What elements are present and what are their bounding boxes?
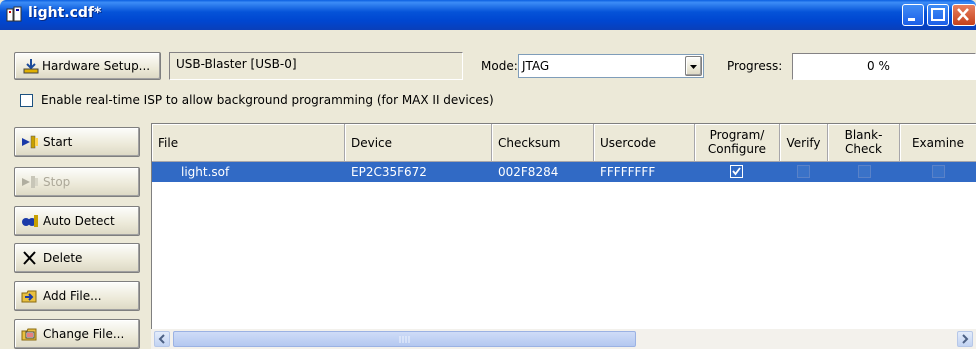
column-header-label: File <box>158 136 179 150</box>
program-checkbox[interactable] <box>730 165 743 178</box>
start-icon <box>21 134 39 150</box>
minimize-icon <box>908 18 915 21</box>
scroll-left-button[interactable] <box>154 331 170 347</box>
change-file-label: Change File... <box>43 327 125 341</box>
scroll-thumb[interactable] <box>173 331 636 347</box>
column-header-examine[interactable]: Examine <box>900 124 976 162</box>
blank-check-checkbox[interactable] <box>858 165 871 178</box>
verify-checkbox[interactable] <box>797 165 810 178</box>
stop-button[interactable]: Stop <box>14 167 140 197</box>
maximize-button[interactable] <box>927 4 949 26</box>
start-button[interactable]: Start <box>14 127 140 157</box>
hardware-value: USB-Blaster [USB-0] <box>176 57 297 71</box>
horizontal-scrollbar[interactable] <box>151 329 976 349</box>
hardware-icon <box>23 59 39 74</box>
isp-checkbox[interactable] <box>20 94 33 107</box>
stop-icon <box>21 174 39 190</box>
auto-detect-button[interactable]: Auto Detect <box>14 206 140 236</box>
grip-icon <box>399 336 410 343</box>
add-file-icon <box>21 288 39 304</box>
column-header-program-configure[interactable]: Program/ Configure <box>695 124 780 162</box>
change-file-button[interactable]: Change File... <box>14 319 140 349</box>
stop-label: Stop <box>43 175 71 189</box>
column-header-usercode[interactable]: Usercode <box>594 124 695 162</box>
add-file-button[interactable]: Add File... <box>14 281 140 311</box>
chevron-down-icon <box>690 65 697 69</box>
checksum-cell: 002F8284 <box>498 165 559 179</box>
hardware-setup-label: Hardware Setup... <box>42 59 151 73</box>
usercode-cell: FFFFFFFF <box>600 165 656 179</box>
minimize-button[interactable] <box>902 4 924 26</box>
maximize-icon <box>931 8 945 21</box>
column-header-label: Blank- <box>844 128 883 142</box>
column-header-blank-check[interactable]: Blank- Check <box>828 124 900 162</box>
programming-table[interactable]: File Device Checksum Usercode Program/ C… <box>151 123 976 349</box>
delete-label: Delete <box>43 251 83 265</box>
file-cell: light.sof <box>181 165 230 179</box>
column-header-label: Checksum <box>498 136 561 150</box>
hardware-display: USB-Blaster [USB-0] <box>169 52 463 80</box>
programmer-icon <box>6 6 22 22</box>
auto-detect-label: Auto Detect <box>43 214 115 228</box>
progress-value: 0 % <box>867 59 890 73</box>
table-row[interactable]: light.sof EP2C35F672 002F8284 FFFFFFFF <box>152 162 976 182</box>
device-cell: EP2C35F672 <box>351 165 427 179</box>
mode-select[interactable]: JTAG <box>518 54 704 78</box>
chevron-left-icon <box>158 334 165 344</box>
progress-bar: 0 % <box>792 53 976 80</box>
checkmark-icon <box>732 167 741 176</box>
mode-value: JTAG <box>522 59 550 73</box>
mode-label: Mode: <box>481 59 518 73</box>
examine-checkbox[interactable] <box>932 165 945 178</box>
column-header-verify[interactable]: Verify <box>780 124 828 162</box>
column-header-label: Program/ <box>709 128 765 142</box>
isp-label: Enable real-time ISP to allow background… <box>41 93 494 107</box>
start-label: Start <box>43 135 73 149</box>
scroll-right-button[interactable] <box>957 331 973 347</box>
hardware-setup-button[interactable]: Hardware Setup... <box>14 52 161 80</box>
column-header-device[interactable]: Device <box>345 124 492 162</box>
chevron-right-icon <box>962 334 969 344</box>
close-icon <box>957 8 969 21</box>
column-header-label: Device <box>351 136 393 150</box>
column-header-label: Usercode <box>600 136 657 150</box>
column-header-label: Check <box>845 142 882 156</box>
column-header-label: Configure <box>707 142 767 156</box>
column-header-file[interactable]: File <box>152 124 345 162</box>
mode-dropdown-button[interactable] <box>685 56 702 76</box>
change-file-icon <box>21 326 39 342</box>
window-title: light.cdf* <box>28 5 102 21</box>
progress-label: Progress: <box>727 59 783 73</box>
delete-button[interactable]: Delete <box>14 243 140 273</box>
delete-icon <box>21 250 39 266</box>
title-bar[interactable] <box>0 0 976 30</box>
column-header-label: Examine <box>911 136 965 150</box>
column-header-label: Verify <box>786 136 821 150</box>
auto-detect-icon <box>21 213 39 229</box>
column-header-checksum[interactable]: Checksum <box>492 124 594 162</box>
close-button[interactable] <box>952 4 976 26</box>
add-file-label: Add File... <box>43 289 102 303</box>
